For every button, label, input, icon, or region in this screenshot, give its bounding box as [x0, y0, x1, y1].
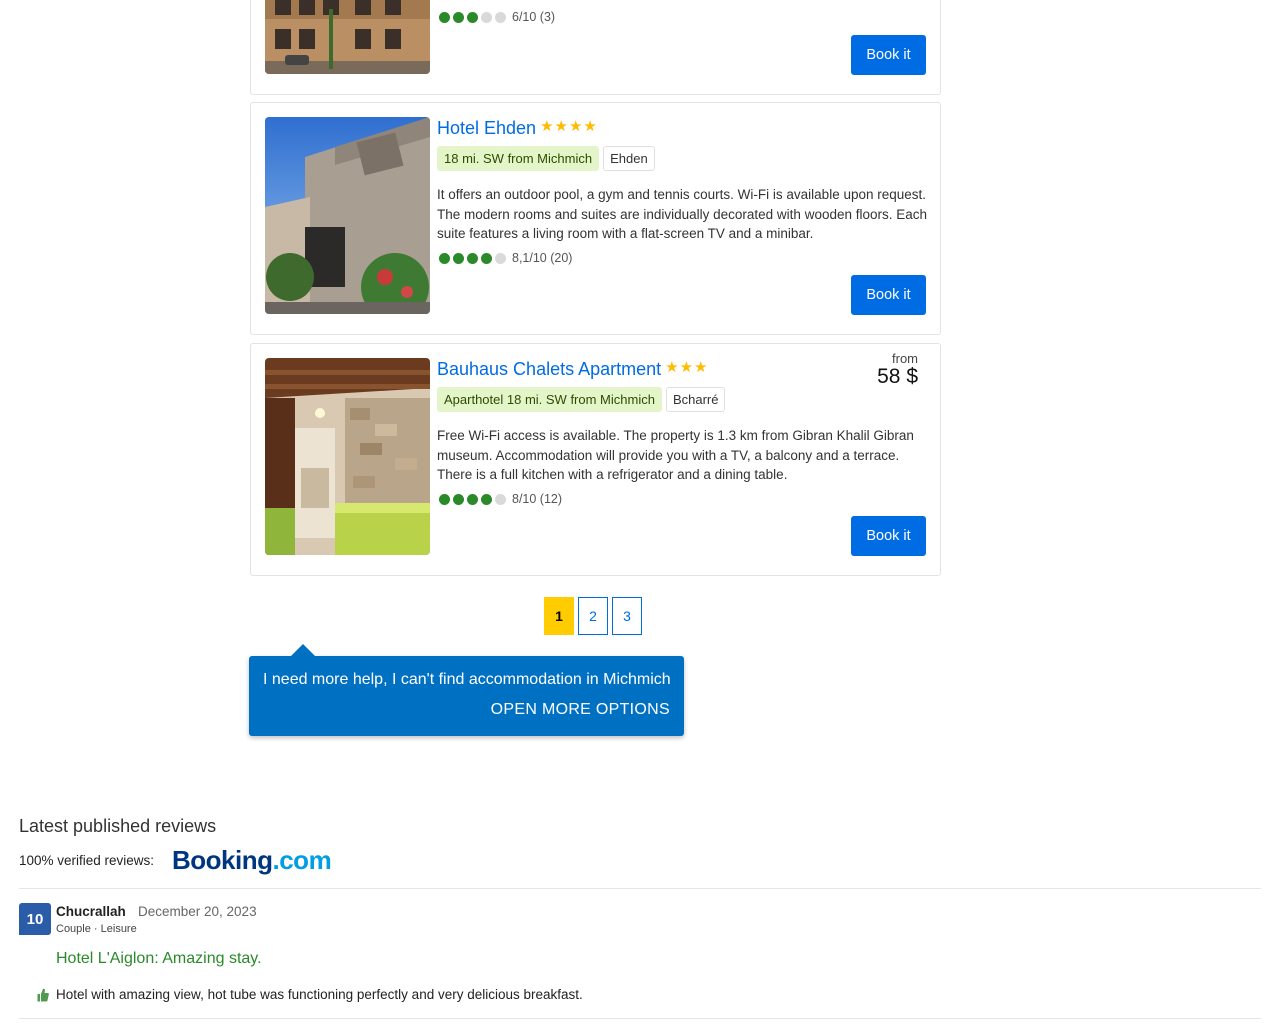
- review-headline: Hotel L'Aiglon: Amazing stay.: [56, 950, 262, 968]
- rating-dot: [453, 11, 464, 23]
- rating: 8,1/10 (20): [439, 251, 572, 265]
- book-button[interactable]: Book it: [851, 275, 926, 315]
- help-callout: I need more help, I can't find accommoda…: [249, 644, 684, 736]
- city-tag[interactable]: Bcharré: [665, 387, 726, 412]
- hotel-tags: 18 mi. SW from Michmich Ehden: [437, 146, 655, 171]
- price-block: from 58 $: [877, 351, 918, 388]
- hotel-name[interactable]: Hotel Ehden: [437, 118, 536, 138]
- rating-dot: [439, 252, 450, 264]
- rating-dot: [439, 493, 450, 505]
- star-rating-icon: ★★★: [665, 359, 709, 376]
- rating-dot: [481, 11, 492, 23]
- rating-dot: [467, 493, 478, 505]
- hotel-card: 6/10 (3) Book it: [250, 0, 941, 95]
- page-button[interactable]: 3: [612, 597, 642, 635]
- reviews-heading: Latest published reviews: [19, 816, 217, 836]
- rating: 6/10 (3): [439, 10, 555, 24]
- open-more-options-link[interactable]: OPEN MORE OPTIONS: [263, 701, 670, 719]
- rating-dot: [495, 493, 506, 505]
- review-score-badge: 10: [19, 903, 51, 935]
- hotel-name[interactable]: Bauhaus Chalets Apartment: [437, 359, 661, 379]
- rating-dot: [495, 252, 506, 264]
- reviewer-name: Chucrallah: [56, 904, 126, 919]
- page-button[interactable]: 2: [578, 597, 608, 635]
- hotel-photo[interactable]: [265, 0, 430, 74]
- rating: 8/10 (12): [439, 492, 562, 506]
- rating-dot: [439, 11, 450, 23]
- hotel-card: Bauhaus Chalets Apartment ★★★ from 58 $ A…: [250, 343, 941, 576]
- book-button[interactable]: Book it: [851, 35, 926, 75]
- city-tag[interactable]: Ehden: [603, 146, 655, 171]
- price-from-label: from: [892, 351, 918, 366]
- booking-logo: Booking.com: [172, 845, 332, 875]
- pagination: 1 2 3: [544, 597, 642, 635]
- rating-dot: [453, 493, 464, 505]
- rating-score: 8/10 (12): [512, 492, 563, 506]
- review-date: December 20, 2023: [138, 904, 257, 919]
- review-positive-text: Hotel with amazing view, hot tube was fu…: [56, 987, 583, 1002]
- verified-reviews-label: 100% verified reviews:: [19, 853, 155, 868]
- star-rating-icon: ★★★★: [540, 118, 598, 135]
- help-text: I need more help, I can't find accommoda…: [263, 671, 671, 688]
- location-tag: 18 mi. SW from Michmich: [437, 146, 600, 171]
- hotel-photo[interactable]: [265, 358, 430, 555]
- hotel-description: Free Wi-Fi access is available. The prop…: [437, 428, 914, 482]
- hotel-card: Hotel Ehden ★★★★ 18 mi. SW from Michmich …: [250, 102, 941, 335]
- hotel-tags: Aparthotel 18 mi. SW from Michmich Bchar…: [437, 387, 726, 412]
- rating-score: 6/10 (3): [512, 10, 556, 24]
- thumbs-up-icon: [37, 988, 49, 1007]
- divider: [19, 1018, 1261, 1019]
- price-amount: 58 $: [877, 365, 918, 388]
- hotel-description: It offers an outdoor pool, a gym and ten…: [437, 187, 928, 241]
- hotel-name-link[interactable]: Hotel Ehden ★★★★: [437, 117, 598, 139]
- hotel-photo[interactable]: [265, 117, 430, 314]
- rating-dot: [467, 252, 478, 264]
- rating-dot: [481, 493, 492, 505]
- hotel-name-link[interactable]: Bauhaus Chalets Apartment ★★★: [437, 358, 708, 380]
- rating-dot: [481, 252, 492, 264]
- page-button-current[interactable]: 1: [544, 597, 574, 635]
- rating-score: 8,1/10 (20): [512, 251, 573, 265]
- rating-dot: [495, 11, 506, 23]
- review-headline-text: : Amazing stay.: [154, 950, 262, 967]
- location-tag: Aparthotel 18 mi. SW from Michmich: [437, 387, 662, 412]
- rating-dot: [453, 252, 464, 264]
- review-meta: Couple · Leisure: [56, 923, 137, 935]
- rating-dot: [467, 11, 478, 23]
- divider: [19, 888, 1261, 889]
- reviewed-hotel-link[interactable]: Hotel L'Aiglon: [56, 950, 154, 967]
- book-button[interactable]: Book it: [851, 516, 926, 556]
